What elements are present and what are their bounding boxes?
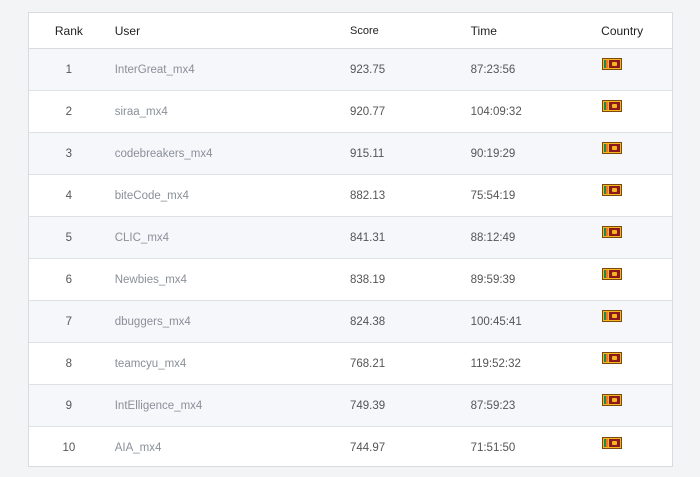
score-cell: 749.39 [349,399,386,412]
user-link[interactable]: AIA_mx4 [109,442,350,454]
user-link[interactable]: siraa_mx4 [109,106,350,118]
header-score: Score [350,24,379,37]
sri-lanka-flag-icon [602,310,623,323]
leaderboard-table: Rank User Score Time Country 1 InterGrea… [28,12,673,467]
time-cell: 75:54:19 [470,189,516,202]
header-rank: Rank [54,23,83,38]
time-cell: 100:45:41 [470,315,522,328]
user-link[interactable]: IntElligence_mx4 [109,400,350,412]
rank-cell: 5 [65,231,73,244]
score-cell: 744.97 [349,442,386,454]
table-row: 4 biteCode_mx4 882.13 75:54:19 [29,175,672,217]
country-cell [572,58,672,76]
table-row: 2 siraa_mx4 920.77 104:09:32 [29,91,672,133]
country-cell [572,352,672,370]
sri-lanka-flag-icon [602,142,623,155]
score-cell: 824.38 [349,315,386,328]
sri-lanka-flag-icon [602,100,623,113]
country-cell [572,100,672,118]
rank-cell: 7 [65,315,73,328]
rank-cell: 2 [65,105,73,118]
country-cell [572,142,672,160]
rank-cell: 4 [65,189,73,202]
sri-lanka-flag-icon [602,436,623,449]
table-row: 10 AIA_mx4 744.97 71:51:50 [29,427,672,469]
user-link[interactable]: dbuggers_mx4 [109,316,350,328]
sri-lanka-flag-icon [602,394,623,407]
user-link[interactable]: Newbies_mx4 [109,274,350,286]
time-cell: 90:19:29 [470,147,516,160]
time-cell: 87:23:56 [470,63,516,76]
user-link[interactable]: teamcyu_mx4 [109,358,350,370]
sri-lanka-flag-icon [602,352,623,365]
sri-lanka-flag-icon [602,184,623,197]
rank-cell: 6 [65,273,73,286]
sri-lanka-flag-icon [602,226,623,239]
country-cell [572,184,672,202]
user-link[interactable]: biteCode_mx4 [109,190,350,202]
table-row: 1 InterGreat_mx4 923.75 87:23:56 [29,49,672,91]
score-cell: 882.13 [349,189,386,202]
header-country: Country [601,23,644,38]
rank-cell: 3 [65,147,73,160]
table-row: 6 Newbies_mx4 838.19 89:59:39 [29,259,672,301]
sri-lanka-flag-icon [602,58,623,71]
country-cell [572,268,672,286]
rank-cell: 8 [65,357,73,370]
header-user: User [114,23,141,38]
country-cell [572,226,672,244]
time-cell: 71:51:50 [470,442,516,454]
time-cell: 89:59:39 [470,273,516,286]
user-link[interactable]: CLIC_mx4 [109,232,350,244]
score-cell: 923.75 [349,63,386,76]
score-cell: 841.31 [349,231,386,244]
table-row: 7 dbuggers_mx4 824.38 100:45:41 [29,301,672,343]
rank-cell: 1 [65,63,73,76]
table-row: 9 IntElligence_mx4 749.39 87:59:23 [29,385,672,427]
country-cell [572,436,672,454]
user-link[interactable]: InterGreat_mx4 [109,64,350,76]
time-cell: 87:59:23 [470,399,516,412]
score-cell: 838.19 [349,273,386,286]
rank-cell: 10 [62,442,76,454]
country-cell [572,394,672,412]
time-cell: 119:52:32 [470,357,521,370]
score-cell: 920.77 [349,105,386,118]
table-row: 8 teamcyu_mx4 768.21 119:52:32 [29,343,672,385]
time-cell: 104:09:32 [470,105,522,118]
rank-cell: 9 [65,399,73,412]
header-time: Time [470,23,497,38]
table-row: 3 codebreakers_mx4 915.11 90:19:29 [29,133,672,175]
user-link[interactable]: codebreakers_mx4 [109,148,350,160]
sri-lanka-flag-icon [602,268,623,281]
table-header: Rank User Score Time Country [29,13,672,49]
country-cell [572,310,672,328]
time-cell: 88:12:49 [470,231,516,244]
table-row: 5 CLIC_mx4 841.31 88:12:49 [29,217,672,259]
score-cell: 915.11 [349,147,385,160]
score-cell: 768.21 [349,357,386,370]
